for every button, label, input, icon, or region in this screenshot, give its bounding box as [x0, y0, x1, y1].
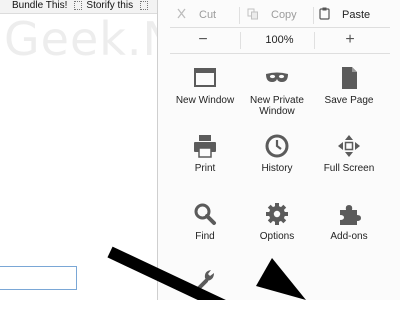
save-page-label: Save Page: [324, 95, 374, 106]
paste-label: Paste: [342, 9, 371, 21]
magnifier-icon: [193, 202, 217, 226]
add-ons-button[interactable]: Add-ons: [309, 202, 389, 268]
puzzle-icon: [337, 202, 361, 226]
printer-icon: [193, 134, 217, 158]
bookmark-page-icon: [140, 1, 149, 10]
history-label: History: [261, 163, 293, 174]
bookmark-storify-this[interactable]: Storify this: [86, 0, 133, 12]
scissors-icon: [176, 8, 187, 22]
options-label: Options: [259, 231, 295, 242]
full-screen-button[interactable]: Full Screen: [309, 134, 389, 200]
clipboard-icon: [319, 7, 330, 23]
private-mask-icon: [265, 66, 289, 90]
copy-label: Copy: [271, 9, 297, 21]
developer-button[interactable]: [165, 268, 245, 334]
new-private-window-label: New Private Window: [250, 95, 304, 117]
print-button[interactable]: Print: [165, 134, 245, 200]
cut-label: Cut: [199, 9, 217, 21]
zoom-in-button[interactable]: +: [338, 29, 362, 51]
fullscreen-icon: [337, 134, 361, 158]
find-button[interactable]: Find: [165, 202, 245, 268]
full-screen-label: Full Screen: [323, 163, 375, 174]
clock-icon: [265, 134, 289, 158]
paste-button[interactable]: Paste: [319, 4, 394, 26]
new-window-label: New Window: [175, 95, 235, 106]
wrench-icon: [193, 268, 217, 292]
options-button[interactable]: Options: [237, 202, 317, 268]
gear-icon: [265, 202, 289, 226]
edit-controls: Cut Copy Paste: [158, 4, 400, 26]
new-private-window-button[interactable]: New Private Window: [237, 66, 317, 132]
zoom-out-button[interactable]: −: [191, 29, 215, 51]
new-window-button[interactable]: New Window: [165, 66, 245, 132]
bookmark-bundle-this[interactable]: Bundle This!: [12, 0, 67, 12]
save-page-icon: [337, 66, 361, 90]
page-text-input[interactable]: [0, 266, 77, 290]
copy-icon: [247, 8, 259, 23]
cut-button[interactable]: Cut: [176, 4, 246, 26]
new-window-icon: [193, 66, 217, 90]
firefox-menu-panel: Cut Copy Paste − 100% + New Window New P…: [157, 0, 400, 300]
zoom-reset-button[interactable]: 100%: [252, 29, 307, 51]
bookmarks-toolbar: Bundle This! Storify this: [0, 0, 160, 14]
bookmark-page-icon: [74, 1, 83, 10]
find-label: Find: [195, 231, 215, 242]
print-label: Print: [194, 163, 216, 174]
history-button[interactable]: History: [237, 134, 317, 200]
add-ons-label: Add-ons: [330, 231, 368, 242]
zoom-controls: − 100% +: [158, 29, 400, 51]
copy-button[interactable]: Copy: [247, 4, 322, 26]
save-page-button[interactable]: Save Page: [309, 66, 389, 132]
